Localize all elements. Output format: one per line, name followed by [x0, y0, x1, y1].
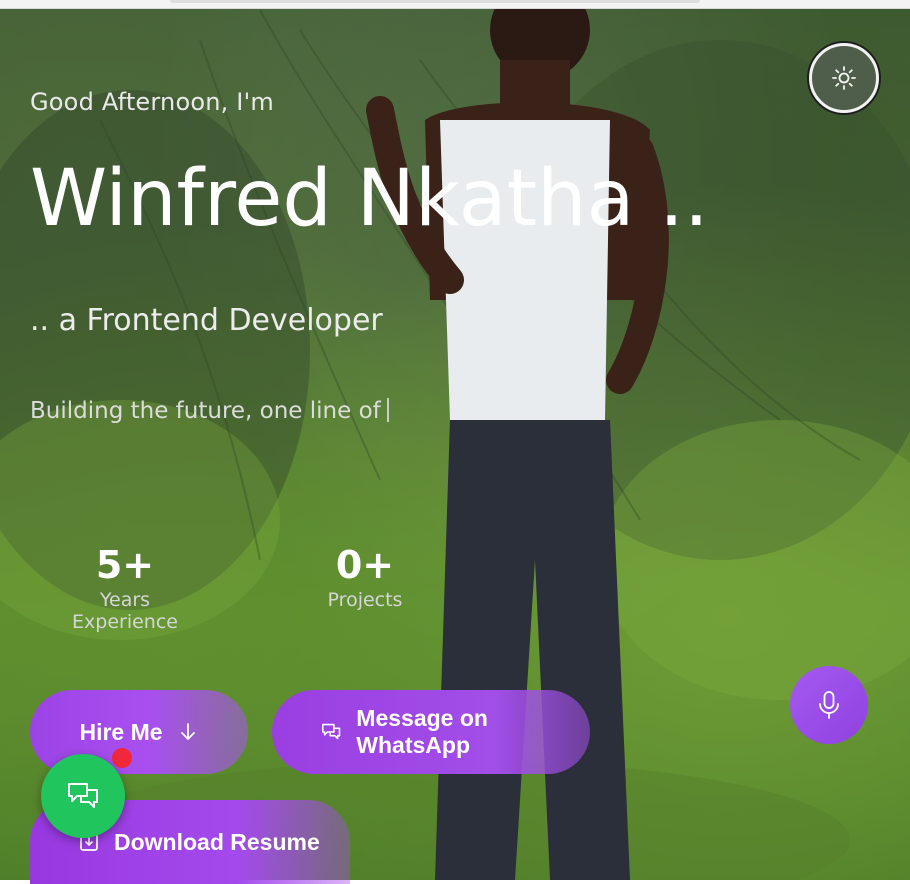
typing-cursor — [386, 398, 389, 422]
download-resume-label: Download Resume — [114, 828, 320, 855]
arrow-down-icon — [180, 723, 195, 740]
stat-projects: 0+ Projects — [326, 543, 404, 611]
chat-bubbles-icon — [68, 783, 98, 808]
stat-label: Projects — [327, 588, 403, 611]
whatsapp-label: Message on WhatsApp — [356, 705, 488, 758]
browser-top-edge — [0, 0, 910, 9]
stat-value: 0+ — [335, 543, 395, 587]
whatsapp-button[interactable]: Message on WhatsApp — [272, 690, 590, 774]
theme-toggle-button[interactable] — [809, 43, 879, 113]
sun-icon — [832, 66, 856, 90]
voice-mic-button[interactable] — [790, 666, 868, 744]
hero-name: Winfred Nkatha .. — [30, 154, 709, 244]
hero-role: .. a Frontend Developer — [30, 303, 383, 338]
stat-value: 5+ — [95, 543, 155, 587]
tagline-text: Building the future, one line of — [30, 398, 381, 424]
hire-me-label: Hire Me — [79, 718, 163, 745]
hero-tagline: Building the future, one line of — [30, 398, 389, 424]
stat-label: Years Experience — [72, 588, 178, 633]
microphone-icon — [819, 691, 839, 719]
chat-fab-button[interactable] — [41, 754, 125, 838]
stat-years-experience: 5+ Years Experience — [48, 543, 202, 633]
notification-dot — [112, 748, 132, 768]
greeting-text: Good Afternoon, I'm — [30, 88, 274, 116]
chat-bubbles-icon — [321, 723, 341, 740]
